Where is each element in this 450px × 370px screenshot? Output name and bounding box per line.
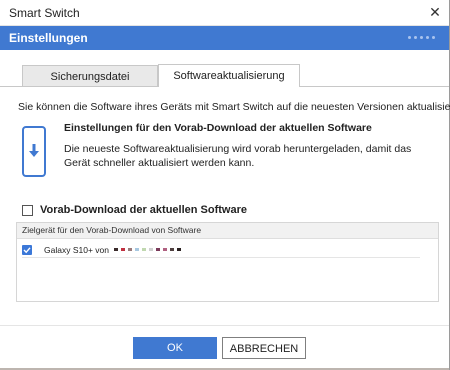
predownload-checkbox-label[interactable]: Vorab-Download der aktuellen Software: [40, 204, 247, 216]
dialog-header: Einstellungen: [0, 26, 449, 50]
target-panel-header: Zielgerät für den Vorab-Download von Sof…: [17, 223, 438, 239]
intro-text: Sie können die Software ihres Geräts mit…: [18, 101, 450, 113]
header-dots-icon: [408, 36, 435, 39]
ok-button[interactable]: OK: [133, 337, 217, 359]
section-title: Einstellungen für den Vorab-Download der…: [64, 122, 372, 134]
section-description: Die neueste Softwareaktualisierung wird …: [64, 143, 412, 169]
phone-download-icon: [22, 126, 46, 177]
tab-bar: Sicherungsdatei Softwareaktualisierung: [0, 50, 449, 87]
footer-divider: [0, 325, 449, 326]
dialog-header-title: Einstellungen: [9, 31, 88, 45]
tab-sicherungsdatei[interactable]: Sicherungsdatei: [22, 65, 158, 87]
device-checkbox[interactable]: [22, 244, 32, 255]
redacted-owner-name: [113, 248, 181, 251]
cancel-button[interactable]: ABBRECHEN: [222, 337, 306, 359]
target-device-panel: Zielgerät für den Vorab-Download von Sof…: [16, 222, 439, 302]
close-icon[interactable]: ✕: [421, 0, 449, 25]
title-bar: Smart Switch ✕: [0, 0, 449, 26]
predownload-checkbox-row[interactable]: Vorab-Download der aktuellen Software: [22, 204, 247, 216]
device-row[interactable]: Galaxy S10+ von: [22, 242, 420, 258]
window-title: Smart Switch: [9, 6, 80, 20]
device-name: Galaxy S10+ von: [44, 244, 109, 255]
predownload-checkbox[interactable]: [22, 204, 33, 216]
settings-dialog: Smart Switch ✕ Einstellungen Sicherungsd…: [0, 0, 450, 370]
tab-softwareaktualisierung[interactable]: Softwareaktualisierung: [158, 64, 300, 87]
